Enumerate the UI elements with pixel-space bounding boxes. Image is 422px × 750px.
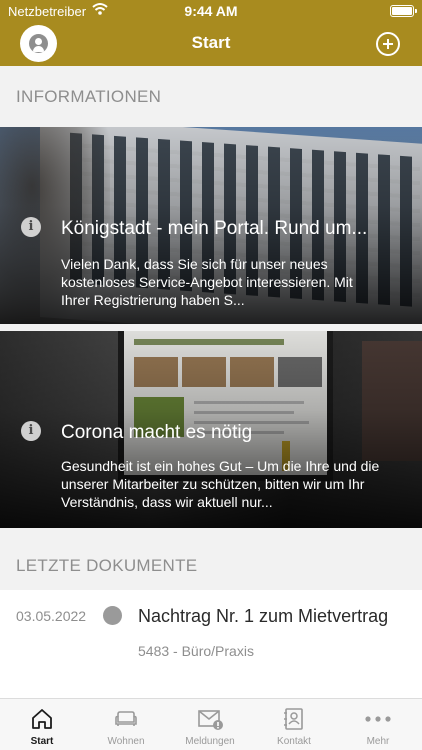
info-icon: i (21, 421, 41, 441)
document-date: 03.05.2022 (16, 608, 87, 624)
card-title: Königstadt - mein Portal. Rund um... (61, 218, 368, 239)
tab-label: Meldungen (185, 736, 235, 747)
info-icon: i (21, 217, 41, 237)
tab-bar: Start Wohnen Meldungen Kontakt Mehr (0, 698, 422, 750)
document-title: Nachtrag Nr. 1 zum Mietvertrag (138, 606, 389, 626)
tab-label: Kontakt (277, 736, 311, 747)
tab-label: Mehr (366, 736, 390, 747)
home-icon (32, 709, 52, 729)
document-row[interactable]: 03.05.2022 Nachtrag Nr. 1 zum Mietvertra… (0, 590, 422, 698)
document-subtitle: 5483 - Büro/Praxis (138, 643, 254, 659)
card-text: Gesundheit ist ein hohes Gut – Um die Ih… (61, 458, 380, 510)
card-text: Vielen Dank, dass Sie sich für unser neu… (61, 256, 353, 308)
page-title: Start (191, 33, 231, 52)
add-icon[interactable] (376, 32, 400, 56)
tab-wohnen[interactable]: Wohnen (84, 699, 168, 750)
tab-start[interactable]: Start (0, 699, 84, 750)
contact-book-icon (284, 708, 303, 730)
card-title: Corona macht es nötig (61, 422, 253, 443)
status-dot-icon (103, 606, 122, 625)
tab-label: Start (30, 736, 54, 747)
navigation-bar: Start (0, 22, 422, 66)
battery-icon (390, 5, 417, 17)
sofa-icon (115, 711, 137, 726)
mail-alert-icon (198, 710, 223, 730)
info-card[interactable]: i Corona macht es nötig Gesundheit ist e… (0, 331, 422, 528)
tab-meldungen[interactable]: Meldungen (168, 699, 252, 750)
section-header-informationen: INFORMATIONEN (16, 87, 162, 106)
info-card[interactable]: i Königstadt - mein Portal. Rund um... V… (0, 127, 422, 324)
tab-mehr[interactable]: Mehr (336, 699, 420, 750)
tab-kontakt[interactable]: Kontakt (252, 699, 336, 750)
more-dots-icon (365, 716, 391, 722)
section-header-letzte-dokumente: LETZTE DOKUMENTE (16, 556, 198, 575)
clock: 9:44 AM (184, 3, 238, 19)
tab-label: Wohnen (107, 736, 145, 747)
status-bar: Netzbetreiber 9:44 AM (0, 0, 422, 22)
